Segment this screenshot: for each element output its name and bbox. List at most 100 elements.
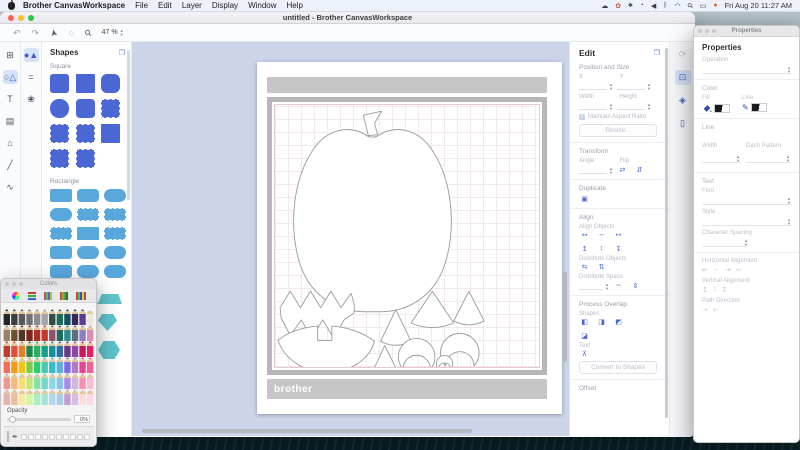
polygon-shape-tile[interactable]	[98, 314, 117, 331]
pencil-swatch[interactable]	[41, 341, 48, 357]
pencil-swatch[interactable]	[3, 325, 10, 341]
square-shape-tile[interactable]	[101, 74, 121, 93]
select-tool-icon[interactable]: ➤	[47, 26, 61, 40]
rectangle-shape-tile[interactable]	[77, 189, 99, 202]
align-right-icon[interactable]: ↦	[613, 231, 624, 239]
pencil-swatch[interactable]	[79, 325, 86, 341]
pencil-swatch[interactable]	[71, 373, 79, 389]
tree-app-icon[interactable]: ♣	[628, 2, 633, 9]
canvas-area[interactable]: brother	[132, 42, 569, 436]
y-field[interactable]: ▲ ▼	[616, 82, 651, 90]
square-shape-tile[interactable]	[101, 99, 121, 118]
align-text-middle-icon[interactable]: ↨	[713, 286, 717, 294]
flip-vertical-icon[interactable]: ⇵	[634, 166, 645, 174]
rectangle-shape-tile[interactable]	[77, 265, 99, 278]
x-field[interactable]: ▲ ▼	[579, 82, 613, 90]
square-shape-tile[interactable]	[75, 149, 95, 168]
pencil-swatch[interactable]	[71, 389, 79, 405]
pencil-swatch[interactable]	[33, 357, 41, 373]
switch-app-icon[interactable]: ●	[713, 2, 717, 9]
pencil-swatch[interactable]	[56, 389, 64, 405]
polygon-shape-tile[interactable]	[98, 294, 122, 304]
pencil-swatch[interactable]	[3, 341, 10, 357]
distribute-vertical-icon[interactable]: ⇅	[596, 263, 607, 271]
font-dropdown[interactable]: ▲ ▼	[702, 196, 791, 205]
distribute-space-field[interactable]: ▲ ▼	[579, 282, 609, 290]
pencil-swatch[interactable]	[71, 309, 79, 325]
print-scan-icon[interactable]: ▤	[3, 114, 18, 128]
pencil-swatch[interactable]	[86, 325, 94, 341]
bluetooth-icon[interactable]: ᛒ	[663, 2, 667, 9]
pencil-swatch[interactable]	[49, 389, 56, 405]
menu-item[interactable]: Display	[212, 1, 238, 10]
maintain-aspect-checkbox[interactable]: ✓	[579, 114, 585, 120]
display-icon[interactable]: ▭	[700, 2, 707, 10]
opacity-value[interactable]: 0%	[74, 415, 90, 423]
pencil-swatch[interactable]	[79, 309, 86, 325]
patterns-category-icon[interactable]: ❀	[24, 92, 39, 106]
pencil-swatch[interactable]	[11, 341, 18, 357]
pencil-swatch[interactable]	[71, 357, 79, 373]
pencil-swatch[interactable]	[86, 341, 94, 357]
text-tool-icon[interactable]: T	[3, 92, 18, 106]
volume-icon[interactable]: ◀	[651, 2, 656, 10]
flip-horizontal-icon[interactable]: ⇄	[617, 166, 628, 174]
pencil-swatch[interactable]	[86, 357, 94, 373]
zoom-stepper[interactable]: ▲ ▼	[120, 29, 124, 36]
pencil-swatch[interactable]	[49, 373, 56, 389]
divide-icon[interactable]: ◪	[579, 332, 590, 340]
align-text-top-icon[interactable]: ↥	[702, 286, 708, 294]
pencil-swatch[interactable]	[18, 341, 26, 357]
align-bottom-icon[interactable]: ↧	[613, 245, 624, 253]
pencil-swatch[interactable]	[26, 341, 33, 357]
square-shape-tile[interactable]	[75, 124, 95, 143]
pencil-swatch[interactable]	[56, 309, 64, 325]
detach-edit-panel-icon[interactable]: ❐	[654, 49, 660, 57]
pencil-swatch[interactable]	[86, 373, 94, 389]
duplicate-icon[interactable]: ▣	[579, 195, 590, 203]
design-page[interactable]: brother	[257, 62, 562, 414]
spotlight-icon[interactable]: ⚲	[686, 2, 695, 11]
pencil-swatch[interactable]	[49, 309, 56, 325]
style-dropdown[interactable]: ▲ ▼	[702, 217, 791, 226]
canvas-horizontal-scrollbar[interactable]	[142, 429, 472, 433]
pencil-swatch[interactable]	[41, 325, 48, 341]
square-shape-tile[interactable]	[50, 149, 69, 168]
rectangle-shape-tile[interactable]	[77, 208, 99, 221]
pencil-swatch[interactable]	[18, 389, 26, 405]
pencil-swatch[interactable]	[26, 325, 33, 341]
shapes-category-icon[interactable]: ●▲	[23, 48, 39, 62]
menu-item[interactable]: Help	[287, 1, 303, 10]
pencil-swatch[interactable]	[3, 373, 10, 389]
operation-dropdown[interactable]: ▲ ▼	[702, 65, 791, 74]
width-field[interactable]: ▲ ▼	[579, 102, 613, 110]
weld-icon[interactable]: ◧	[579, 318, 590, 326]
align-text-bottom-icon[interactable]: ↧	[721, 286, 727, 294]
pencil-swatch[interactable]	[11, 373, 18, 389]
path-reverse-icon[interactable]: ⇠	[713, 306, 719, 314]
pencil-swatch[interactable]	[11, 389, 18, 405]
pencil-swatch[interactable]	[86, 309, 94, 325]
pencil-swatch[interactable]	[64, 325, 71, 341]
pencil-swatch[interactable]	[18, 325, 26, 341]
pencil-swatch[interactable]	[56, 341, 64, 357]
cloud-icon[interactable]: ☁	[601, 2, 608, 10]
apple-menu-icon[interactable]	[8, 0, 15, 10]
page-tab-icon[interactable]: ▯	[675, 116, 691, 131]
menu-item[interactable]: File	[135, 1, 148, 10]
rectangle-shape-tile[interactable]	[104, 227, 126, 240]
intersect-icon[interactable]: ◩	[613, 318, 624, 326]
colors-titlebar[interactable]: Colors	[1, 279, 96, 289]
pencil-swatch[interactable]	[3, 389, 10, 405]
shapes-tool-icon[interactable]: ○△	[2, 70, 18, 84]
clock-icon[interactable]: ◔	[640, 2, 644, 9]
align-left-icon[interactable]: ↤	[579, 231, 590, 239]
shapes-panel-scrollbar[interactable]	[127, 50, 130, 200]
pencil-swatch[interactable]	[49, 325, 56, 341]
pencil-swatch[interactable]	[18, 357, 26, 373]
square-shape-tile[interactable]	[50, 74, 69, 93]
pencil-swatch[interactable]	[64, 389, 71, 405]
pencil-swatch[interactable]	[49, 357, 56, 373]
lasso-tool-icon[interactable]: ◌	[66, 26, 77, 40]
menubar-clock[interactable]: Fri Aug 20 11:27 AM	[725, 1, 792, 10]
